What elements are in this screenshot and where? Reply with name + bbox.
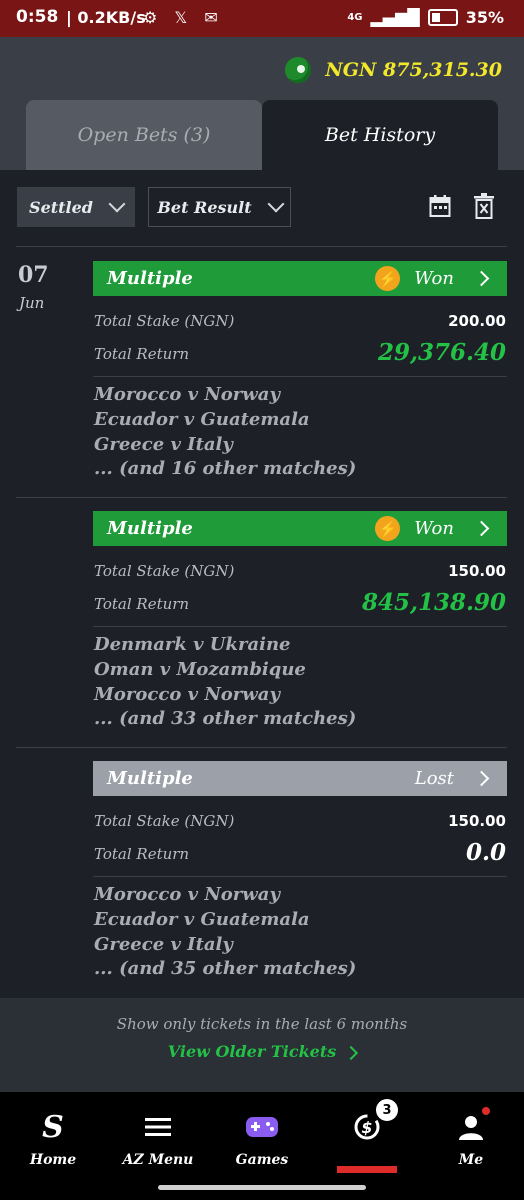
nav-home-label: Home	[29, 1152, 77, 1168]
bet-type: Multiple	[107, 268, 193, 289]
status-time: 0:58	[16, 7, 59, 27]
match-item: Ecuador v Guatemala	[94, 409, 310, 430]
user-icon	[459, 1116, 483, 1140]
coin-icon	[285, 57, 312, 83]
match-item: Greece v Italy	[94, 434, 233, 455]
network-type: 4G	[347, 12, 363, 23]
menu-icon	[145, 1118, 171, 1136]
tab-bet-history[interactable]: Bet History	[262, 100, 498, 170]
chevron-right-icon	[344, 1045, 359, 1060]
battery-level: 35%	[465, 8, 504, 27]
battery-icon	[427, 9, 458, 26]
divider	[16, 497, 507, 498]
notification-icons: ⚙ 𝕏 ✉	[143, 8, 224, 27]
nav-az-menu-label: AZ Menu	[122, 1152, 194, 1168]
nav-az-menu[interactable]: AZ Menu	[108, 1110, 208, 1168]
total-stake-label: Total Stake (NGN)	[94, 812, 235, 830]
divider	[16, 747, 507, 748]
chevron-down-icon	[267, 195, 285, 213]
trash-icon[interactable]	[474, 193, 494, 219]
total-return-label: Total Return	[94, 595, 190, 613]
balance-amount: 875,315.30	[383, 59, 502, 81]
match-item: Greece v Italy	[94, 934, 233, 955]
settled-filter-label: Settled	[29, 197, 93, 217]
gamepad-icon	[246, 1117, 278, 1137]
bet-result: Won	[414, 268, 454, 289]
settled-filter[interactable]: Settled	[17, 187, 135, 227]
status-bar: 0:58 | 0.2KB/s ⚙ 𝕏 ✉ 4G ▂▄▆█ 35%	[0, 0, 524, 37]
more-matches: ... (and 33 other matches)	[94, 708, 357, 729]
total-return-value: 845,138.90	[361, 589, 506, 616]
nav-games-label: Games	[235, 1152, 289, 1168]
chevron-right-icon	[473, 770, 490, 787]
chevron-right-icon	[473, 270, 490, 287]
notification-dot	[482, 1107, 490, 1115]
home-indicator[interactable]	[158, 1185, 366, 1190]
bet-result-filter[interactable]: Bet Result	[148, 187, 291, 227]
divider	[93, 376, 507, 377]
total-stake-label: Total Stake (NGN)	[94, 312, 235, 330]
bet-type: Multiple	[107, 768, 193, 789]
total-return-label: Total Return	[94, 845, 190, 863]
total-stake-value: 150.00	[448, 562, 506, 580]
balance-currency: NGN	[325, 59, 377, 81]
total-stake-label: Total Stake (NGN)	[94, 562, 235, 580]
nav-games[interactable]: Games	[212, 1110, 312, 1168]
more-matches: ... (and 35 other matches)	[94, 958, 357, 979]
match-item: Ecuador v Guatemala	[94, 909, 310, 930]
total-stake-value: 200.00	[448, 312, 506, 330]
match-item: Morocco v Norway	[94, 684, 280, 705]
match-item: Denmark v Ukraine	[94, 634, 291, 655]
svg-text:$: $	[361, 1118, 372, 1137]
chevron-right-icon	[473, 520, 490, 537]
match-item: Morocco v Norway	[94, 384, 280, 405]
balance[interactable]: NGN 875,315.30	[285, 57, 502, 83]
signal-icon: ▂▄▆█	[370, 8, 420, 27]
chevron-down-icon	[108, 195, 126, 213]
bet-card-header[interactable]: Multiple Lost	[93, 761, 507, 796]
calendar-icon[interactable]	[429, 194, 451, 218]
total-return-value: 29,376.40	[377, 339, 506, 366]
date-day: 07	[18, 262, 49, 288]
match-item: Oman v Mozambique	[94, 659, 306, 680]
bet-result: Lost	[414, 768, 454, 789]
divider	[16, 246, 507, 247]
total-return-label: Total Return	[94, 345, 190, 363]
nav-me[interactable]: Me	[421, 1110, 521, 1168]
view-older-tickets-label: View Older Tickets	[167, 1042, 337, 1061]
nav-my-bets[interactable]: $	[317, 1110, 417, 1152]
total-stake-value: 150.00	[448, 812, 506, 830]
divider	[93, 876, 507, 877]
nav-home[interactable]: S Home	[3, 1109, 103, 1169]
bet-result-filter-label: Bet Result	[157, 197, 252, 217]
bet-result: Won	[414, 518, 454, 539]
lightning-icon: ⚡	[375, 266, 401, 291]
bets-count-badge: 3	[376, 1099, 398, 1121]
view-older-tickets-link[interactable]: View Older Tickets	[0, 1042, 524, 1061]
bet-card-header[interactable]: Multiple ⚡ Won	[93, 261, 507, 296]
bet-card-header[interactable]: Multiple ⚡ Won	[93, 511, 507, 546]
match-item: Morocco v Norway	[94, 884, 280, 905]
status-right: 4G ▂▄▆█ 35%	[347, 8, 504, 27]
nav-me-label: Me	[458, 1152, 484, 1168]
bet-type: Multiple	[107, 518, 193, 539]
net-speed: | 0.2KB/s	[66, 8, 146, 27]
sporty-logo-icon: S	[42, 1109, 64, 1145]
divider	[93, 626, 507, 627]
footer-note: Show only tickets in the last 6 months	[116, 1015, 408, 1033]
date-month: Jun	[19, 294, 45, 312]
total-return-value: 0.0	[465, 839, 506, 866]
more-matches: ... (and 16 other matches)	[94, 458, 357, 479]
lightning-icon: ⚡	[375, 516, 401, 541]
tab-open-bets[interactable]: Open Bets (3)	[26, 100, 262, 170]
active-nav-indicator	[337, 1166, 397, 1173]
